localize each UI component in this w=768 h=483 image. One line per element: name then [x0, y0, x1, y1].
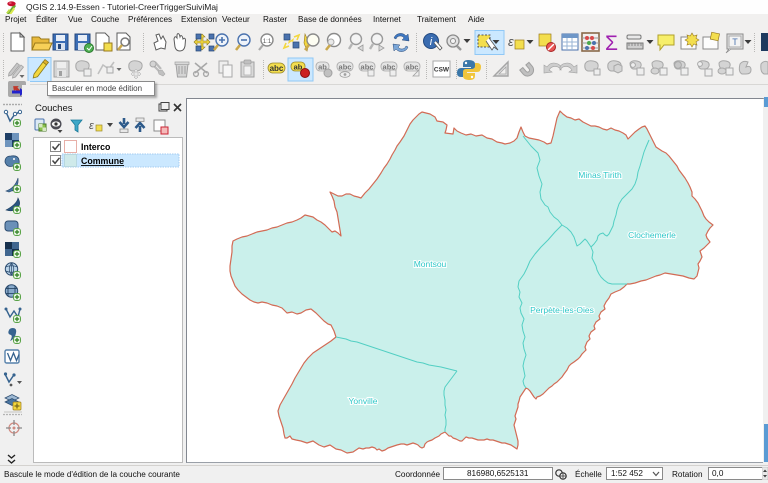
svg-text:Interco: Interco [81, 142, 111, 152]
svg-text:ε: ε [89, 120, 94, 132]
svg-text:1:1: 1:1 [263, 39, 272, 45]
svg-text:Clochemerle: Clochemerle [628, 230, 676, 240]
svg-text:Yonville: Yonville [349, 396, 378, 406]
svg-text:abc: abc [339, 63, 352, 72]
svg-text:CSW: CSW [434, 67, 450, 74]
svg-text:Perpète-les-Oies: Perpète-les-Oies [530, 305, 594, 315]
svg-text:Σ: Σ [605, 32, 618, 55]
svg-text:abc: abc [406, 63, 419, 72]
svg-text:T: T [732, 37, 738, 47]
svg-text:Montsou: Montsou [414, 259, 447, 269]
svg-text:Commune: Commune [81, 156, 124, 166]
svg-text:ε: ε [508, 34, 514, 49]
svg-text:abc: abc [270, 64, 284, 73]
svg-text:Minas Tirith: Minas Tirith [578, 170, 622, 180]
